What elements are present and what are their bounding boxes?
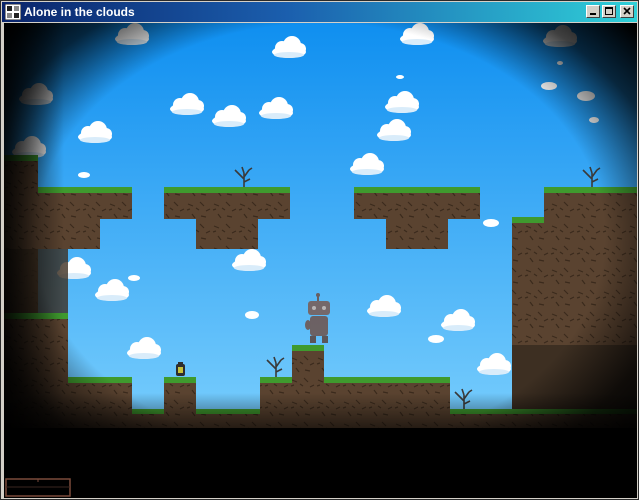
game-viewport[interactable]: [4, 23, 637, 498]
maximize-icon: [605, 7, 613, 15]
game-canvas[interactable]: [4, 23, 637, 498]
close-icon: [623, 7, 631, 15]
game-window: Alone in the clouds: [0, 0, 639, 500]
title-bar[interactable]: Alone in the clouds: [2, 2, 637, 22]
close-button[interactable]: [620, 5, 634, 18]
minimize-button[interactable]: [586, 5, 600, 18]
window-title: Alone in the clouds: [24, 5, 135, 19]
maximize-button[interactable]: [602, 5, 616, 18]
app-icon[interactable]: [4, 3, 22, 21]
minimize-icon: [590, 13, 596, 15]
